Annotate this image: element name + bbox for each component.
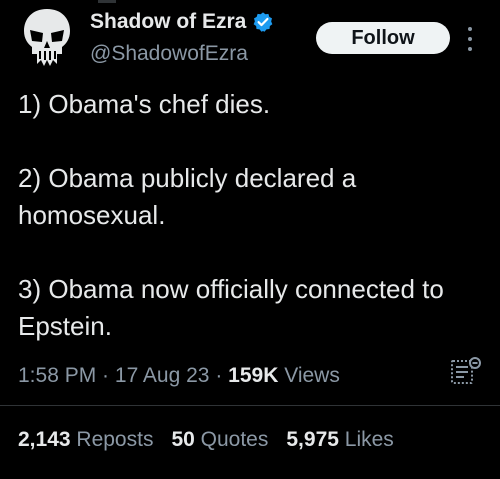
punisher-skull-icon[interactable] (20, 6, 74, 68)
meta-separator: · (209, 364, 229, 387)
divider (0, 405, 500, 406)
quotes-label: Quotes (200, 428, 269, 451)
likes-label: Likes (344, 428, 394, 451)
author-display-name[interactable]: Shadow of Ezra (90, 10, 246, 34)
more-dot (468, 37, 472, 41)
engagement-stats: 2,143 Reposts 50 Quotes 5,975 Likes (18, 428, 394, 452)
more-dot (468, 47, 472, 51)
verified-badge-icon[interactable] (252, 11, 274, 33)
tweet-text: 1) Obama's chef dies. 2) Obama publicly … (18, 86, 488, 345)
meta-separator: · (96, 364, 115, 387)
views-count: 159K (228, 364, 279, 387)
likes-count: 5,975 (286, 428, 339, 451)
reposts-label: Reposts (76, 428, 154, 451)
reposts-count: 2,143 (18, 428, 71, 451)
follow-button[interactable]: Follow (316, 22, 450, 54)
more-vertical-icon[interactable] (463, 27, 477, 51)
tweet-paragraph: 3) Obama now officially connected to Eps… (18, 274, 444, 341)
more-dot (468, 27, 472, 31)
reposts-stat[interactable]: 2,143 Reposts (18, 428, 153, 452)
tweet-meta: 1:58 PM · 17 Aug 23 · 159K Views (18, 364, 340, 388)
likes-stat[interactable]: 5,975 Likes (286, 428, 393, 452)
tweet-header: Shadow of Ezra @ShadowofEzra Follow (0, 0, 500, 80)
quotes-stat[interactable]: 50 Quotes (171, 428, 268, 452)
author-handle[interactable]: @ShadowofEzra (90, 42, 248, 66)
quotes-count: 50 (171, 428, 195, 451)
tweet-paragraph: 2) Obama publicly declared a homosexual. (18, 163, 357, 230)
tweet-paragraph: 1) Obama's chef dies. (18, 89, 271, 119)
views-label: Views (284, 364, 340, 387)
tweet-date[interactable]: 17 Aug 23 (115, 364, 210, 387)
analytics-icon[interactable] (450, 356, 482, 386)
tweet-time[interactable]: 1:58 PM (18, 364, 96, 387)
author-name-row: Shadow of Ezra (90, 10, 274, 34)
